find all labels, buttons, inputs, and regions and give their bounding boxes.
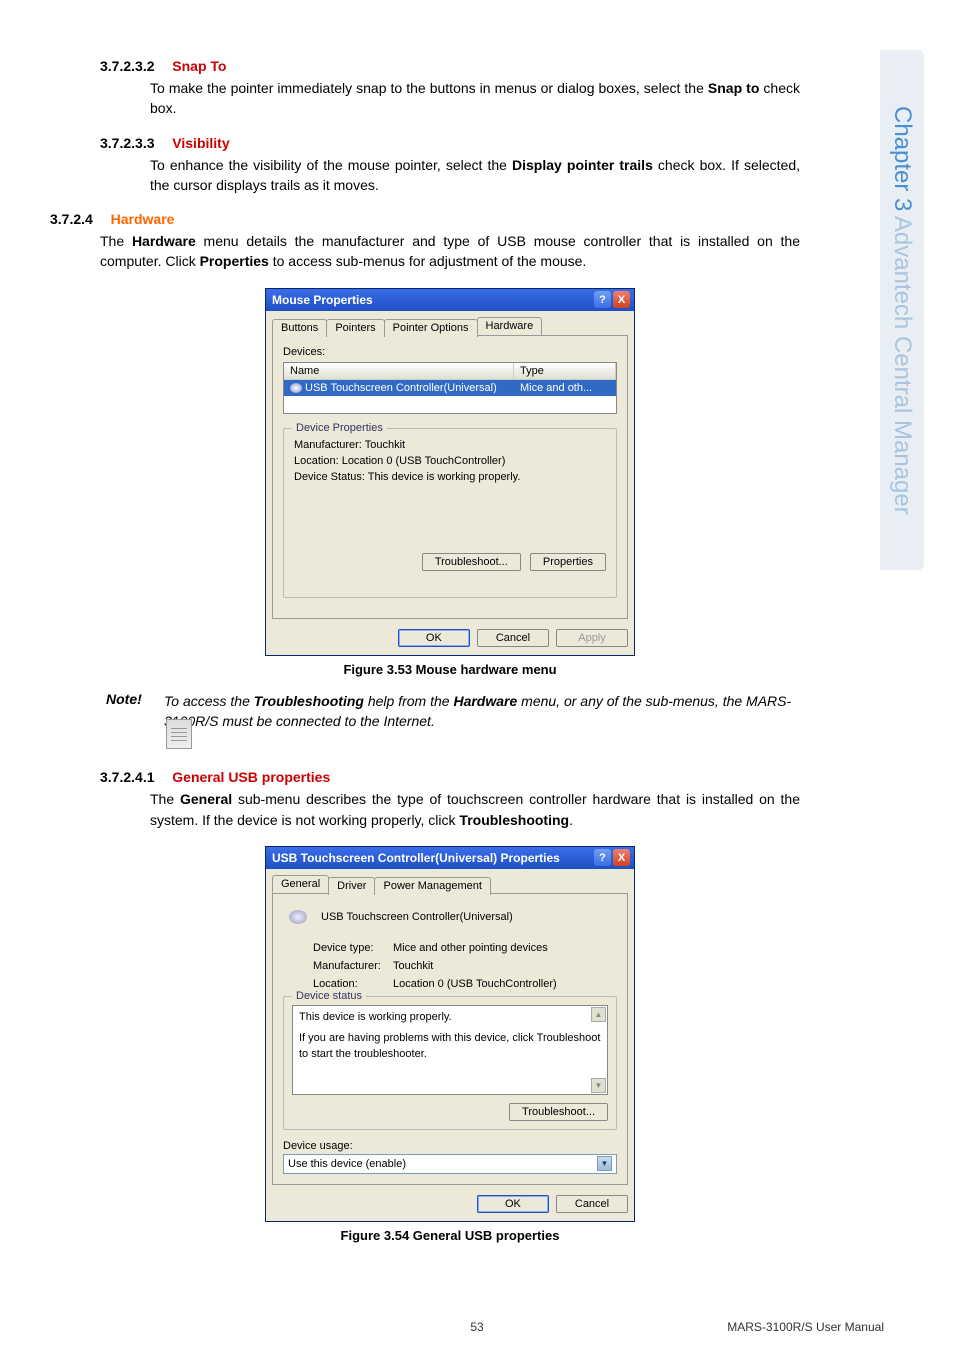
device-usage-select[interactable]: Use this device (enable) ▼ xyxy=(283,1154,617,1174)
cancel-button[interactable]: Cancel xyxy=(477,629,549,647)
cancel-button[interactable]: Cancel xyxy=(556,1195,628,1213)
ok-button[interactable]: OK xyxy=(398,629,470,647)
section-body: To make the pointer immediately snap to … xyxy=(150,78,800,119)
footer-manual-title: MARS-3100R/S User Manual xyxy=(727,1320,884,1334)
figure-caption: Figure 3.54 General USB properties xyxy=(100,1228,800,1243)
manufacturer-line: Manufacturer: Touchkit xyxy=(294,439,606,451)
note-document-icon xyxy=(166,719,192,749)
info-row: Location:Location 0 (USB TouchController… xyxy=(283,978,617,990)
location-line: Location: Location 0 (USB TouchControlle… xyxy=(294,455,606,467)
chapter-prefix: Chapter 3 xyxy=(889,106,916,211)
note-block: Note! To access the Troubleshooting help… xyxy=(106,691,800,732)
device-usage-label: Device usage: xyxy=(283,1140,617,1152)
scroll-up-icon[interactable]: ▲ xyxy=(591,1007,606,1022)
figure-caption: Figure 3.53 Mouse hardware menu xyxy=(100,662,800,677)
status-line: Device Status: This device is working pr… xyxy=(294,471,606,483)
page-number: 53 xyxy=(470,1320,483,1334)
section-body: To enhance the visibility of the mouse p… xyxy=(150,155,800,196)
dropdown-arrow-icon[interactable]: ▼ xyxy=(597,1156,612,1171)
properties-button[interactable]: Properties xyxy=(530,553,606,571)
ok-button[interactable]: OK xyxy=(477,1195,549,1213)
device-list-row[interactable]: USB Touchscreen Controller(Universal) Mi… xyxy=(284,380,616,396)
scroll-down-icon[interactable]: ▼ xyxy=(591,1078,606,1093)
section-title: General USB properties xyxy=(172,769,330,785)
apply-button: Apply xyxy=(556,629,628,647)
device-status-legend: Device status xyxy=(292,990,366,1002)
chapter-suffix: Advantech Central Manager xyxy=(889,216,916,515)
device-list[interactable]: Name Type USB Touchscreen Controller(Uni… xyxy=(283,362,617,414)
tab-pointers[interactable]: Pointers xyxy=(326,319,384,337)
info-row: Manufacturer:Touchkit xyxy=(283,960,617,972)
column-name[interactable]: Name xyxy=(284,363,514,379)
tab-buttons[interactable]: Buttons xyxy=(272,319,327,337)
section-title: Hardware xyxy=(111,211,175,227)
close-icon[interactable]: X xyxy=(613,849,630,866)
dialog-title: USB Touchscreen Controller(Universal) Pr… xyxy=(270,851,592,865)
tab-power-management[interactable]: Power Management xyxy=(374,877,490,895)
tab-general[interactable]: General xyxy=(272,875,329,893)
tab-hardware[interactable]: Hardware xyxy=(477,317,543,335)
usb-properties-dialog: USB Touchscreen Controller(Universal) Pr… xyxy=(265,846,635,1222)
section-body: The Hardware menu details the manufactur… xyxy=(100,231,800,272)
info-row: Device type:Mice and other pointing devi… xyxy=(283,942,617,954)
help-icon[interactable]: ? xyxy=(594,849,611,866)
dialog-titlebar[interactable]: Mouse Properties ? X xyxy=(266,289,634,311)
devices-label: Devices: xyxy=(283,346,617,358)
mouse-icon xyxy=(290,383,302,393)
troubleshoot-button[interactable]: Troubleshoot... xyxy=(509,1103,608,1121)
section-number: 3.7.2.3.2 xyxy=(100,58,155,74)
column-type[interactable]: Type xyxy=(514,363,616,379)
mouse-device-icon xyxy=(283,904,313,930)
troubleshoot-button[interactable]: Troubleshoot... xyxy=(422,553,521,571)
side-chapter-tab: Chapter 3 Advantech Central Manager xyxy=(880,50,924,570)
dialog-title: Mouse Properties xyxy=(270,293,592,307)
section-body: The General sub-menu describes the type … xyxy=(150,789,800,830)
device-name: USB Touchscreen Controller(Universal) xyxy=(321,911,513,923)
section-title: Visibility xyxy=(172,135,229,151)
section-number: 3.7.2.3.3 xyxy=(100,135,155,151)
dialog-titlebar[interactable]: USB Touchscreen Controller(Universal) Pr… xyxy=(266,847,634,869)
tab-pointer-options[interactable]: Pointer Options xyxy=(384,319,478,337)
mouse-properties-dialog: Mouse Properties ? X Buttons Pointers Po… xyxy=(265,288,635,656)
device-status-textbox[interactable]: This device is working properly. If you … xyxy=(292,1005,608,1095)
close-icon[interactable]: X xyxy=(613,291,630,308)
note-label: Note! xyxy=(106,691,164,732)
section-number: 3.7.2.4.1 xyxy=(100,769,155,785)
section-number: 3.7.2.4 xyxy=(50,211,93,227)
section-title: Snap To xyxy=(172,58,226,74)
tab-driver[interactable]: Driver xyxy=(328,877,375,895)
device-properties-legend: Device Properties xyxy=(292,422,387,434)
help-icon[interactable]: ? xyxy=(594,291,611,308)
